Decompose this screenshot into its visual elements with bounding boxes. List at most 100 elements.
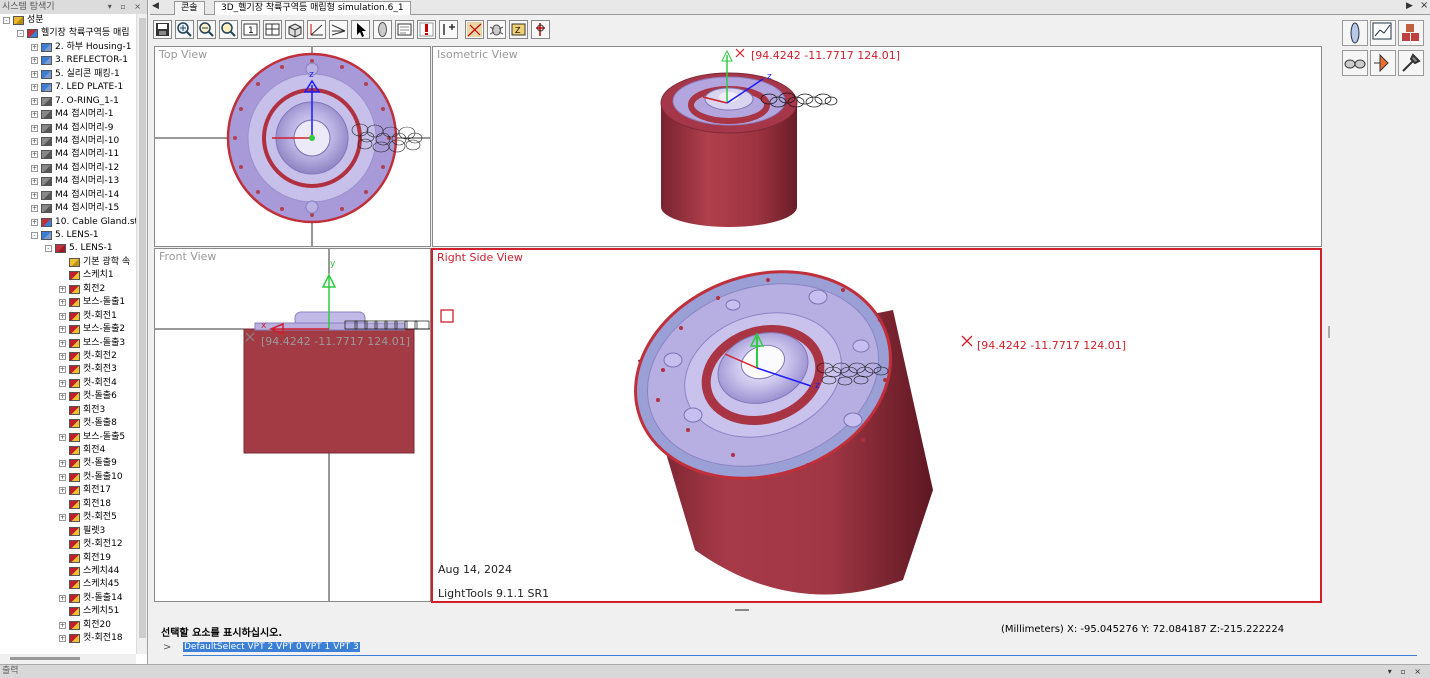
tree-item[interactable]: - 헬기장 착륙구역등 매립: [0, 27, 136, 40]
front-view[interactable]: Front View y x [94.4242 -11.7717 124.01]: [154, 248, 431, 602]
tree-item[interactable]: + 보스-돌출2: [0, 323, 136, 336]
expand-icon[interactable]: +: [31, 124, 38, 132]
add-button[interactable]: [439, 20, 458, 39]
prism-button[interactable]: [1370, 50, 1396, 76]
chart-button[interactable]: [1370, 20, 1396, 46]
expand-icon[interactable]: +: [31, 97, 38, 105]
tool-button[interactable]: [531, 20, 550, 39]
tree-item[interactable]: +5. 실리콘 패킹-1: [0, 68, 136, 81]
expand-icon[interactable]: +: [59, 379, 66, 387]
splitter-handle[interactable]: [1328, 326, 1330, 338]
zoom-out-button[interactable]: [197, 20, 216, 39]
tree-item[interactable]: + 컷-회전3: [0, 363, 136, 376]
expand-icon[interactable]: +: [59, 514, 66, 522]
tree-item[interactable]: 필렛3: [0, 525, 136, 538]
expand-icon[interactable]: +: [31, 111, 38, 119]
expand-icon[interactable]: +: [59, 473, 66, 481]
view-1-button[interactable]: 1: [241, 20, 260, 39]
tab-scroll-right-icon[interactable]: ▶: [1406, 1, 1413, 11]
isometric-view[interactable]: z Isometric View [94.4242 -11.7717 124.0…: [432, 46, 1322, 247]
tree-item[interactable]: 회전3: [0, 404, 136, 417]
component-tree[interactable]: - 성분 - 헬기장 착륙구역등 매립 +2. 하부 Housing-1 +3. REFL…: [0, 14, 136, 654]
panel-controls[interactable]: ▾ ▫ ×: [1388, 665, 1424, 678]
tree-item[interactable]: + M4 접시머리-10: [0, 135, 136, 148]
tree-item[interactable]: + M4 접시머리-12: [0, 162, 136, 175]
command-input[interactable]: DefaultSelect VPT 2 VPT 0 VPT 1 VPT 3: [183, 640, 1417, 656]
surface-button[interactable]: [373, 20, 392, 39]
expand-icon[interactable]: +: [31, 178, 38, 186]
tree-item[interactable]: 회전18: [0, 498, 136, 511]
expand-icon[interactable]: +: [59, 621, 66, 629]
close-icon[interactable]: ×: [1420, 0, 1428, 11]
goggles-button[interactable]: [1342, 50, 1368, 76]
expand-icon[interactable]: +: [59, 326, 66, 334]
tree-item[interactable]: 회전4: [0, 444, 136, 457]
select-button[interactable]: [351, 20, 370, 39]
tree-item[interactable]: + 컷-회전18: [0, 632, 136, 645]
ray-trace-button[interactable]: [465, 20, 484, 39]
collapse-icon[interactable]: -: [31, 232, 38, 239]
tree-item[interactable]: + 컷-회전5: [0, 511, 136, 524]
tree-item[interactable]: + M4 접시머리-11: [0, 148, 136, 161]
tree-item[interactable]: 컷-회전12: [0, 538, 136, 551]
tree-item[interactable]: + M4 접시머리-9: [0, 122, 136, 135]
tree-item[interactable]: + 회전17: [0, 484, 136, 497]
expand-icon[interactable]: +: [31, 164, 38, 172]
tree-item[interactable]: + 컷-돌출14: [0, 592, 136, 605]
save-button[interactable]: [153, 20, 172, 39]
expand-icon[interactable]: +: [59, 460, 66, 468]
expand-icon[interactable]: +: [31, 137, 38, 145]
selection-box-icon[interactable]: [440, 309, 454, 323]
expand-icon[interactable]: +: [59, 433, 66, 441]
expand-icon[interactable]: +: [59, 393, 66, 401]
expand-icon[interactable]: +: [59, 594, 66, 602]
axis-button[interactable]: [307, 20, 326, 39]
output-panel-bar[interactable]: 출력 ▾ ▫ ×: [0, 664, 1430, 678]
expand-icon[interactable]: +: [31, 218, 38, 226]
bug-button[interactable]: [487, 20, 506, 39]
expand-icon[interactable]: +: [59, 285, 66, 293]
collapse-icon[interactable]: -: [45, 245, 52, 253]
tree-item[interactable]: +3. REFLECTOR-1: [0, 54, 136, 67]
tree-item[interactable]: 스케치51: [0, 605, 136, 618]
tree-item[interactable]: + 보스-돌출5: [0, 431, 136, 444]
tree-item[interactable]: 컷-돌출8: [0, 417, 136, 430]
tree-item[interactable]: +7. O-RING_1-1: [0, 95, 136, 108]
expand-icon[interactable]: +: [31, 191, 38, 199]
expand-icon[interactable]: +: [31, 70, 38, 78]
expand-icon[interactable]: +: [59, 299, 66, 307]
expand-icon[interactable]: +: [59, 352, 66, 360]
scroll-thumb[interactable]: [139, 18, 146, 638]
tree-item[interactable]: +7. LED PLATE-1: [0, 81, 136, 94]
zoom-extents-button[interactable]: [219, 20, 238, 39]
expand-icon[interactable]: +: [31, 151, 38, 159]
collapse-icon[interactable]: -: [3, 17, 10, 24]
zoom-in-button[interactable]: [175, 20, 194, 39]
right-side-view[interactable]: z Right Side View [94.4242 -11.7717 124.…: [431, 248, 1322, 603]
wrench-button[interactable]: [1398, 50, 1424, 76]
scroll-thumb[interactable]: [10, 657, 80, 660]
tree-item[interactable]: + 컷-회전2: [0, 350, 136, 363]
tree-item[interactable]: + M4 접시머리-14: [0, 189, 136, 202]
expand-icon[interactable]: +: [59, 339, 66, 347]
expand-icon[interactable]: +: [59, 366, 66, 374]
expand-icon[interactable]: +: [31, 84, 38, 92]
tree-item[interactable]: + 컷-돌출9: [0, 457, 136, 470]
expand-icon[interactable]: +: [59, 635, 66, 643]
tab-model[interactable]: 3D_헬기장 착륙구역등 매립형 simulation.6_1: [214, 1, 411, 15]
tree-item[interactable]: 스케치44: [0, 565, 136, 578]
tree-vertical-scrollbar[interactable]: [136, 14, 147, 654]
tree-item[interactable]: + 컷-돌출10: [0, 471, 136, 484]
tree-item[interactable]: + 회전2: [0, 283, 136, 296]
tree-item[interactable]: 기본 광학 속: [0, 256, 136, 269]
tree-item[interactable]: + 보스-돌출1: [0, 296, 136, 309]
tab-console[interactable]: 콘솔: [174, 1, 205, 15]
tree-item[interactable]: + M4 접시머리-15: [0, 202, 136, 215]
tree-item[interactable]: - 5. LENS-1: [0, 242, 136, 255]
view-cube-button[interactable]: [285, 20, 304, 39]
tree-item[interactable]: +2. 하부 Housing-1: [0, 41, 136, 54]
expand-icon[interactable]: +: [59, 312, 66, 320]
tree-item[interactable]: + 회전20: [0, 619, 136, 632]
tree-item[interactable]: + 보스-돌출3: [0, 337, 136, 350]
tab-scroll-left-icon[interactable]: ◀: [152, 1, 159, 11]
